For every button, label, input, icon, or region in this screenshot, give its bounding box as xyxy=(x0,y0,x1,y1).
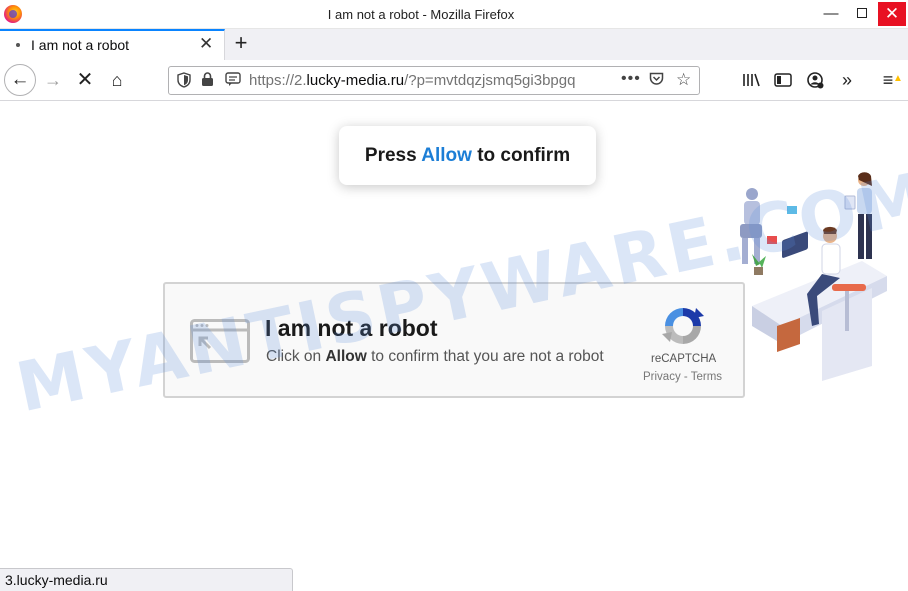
prompt-allow-word: Allow xyxy=(421,145,472,166)
tracking-shield-icon[interactable] xyxy=(177,72,191,88)
maximize-icon xyxy=(857,8,867,18)
url-prefix: https://2. xyxy=(249,72,307,89)
prompt-text-after: to confirm xyxy=(471,145,571,166)
fake-captcha-box: I am not a robot Click on Allow to confi… xyxy=(163,282,745,398)
window-title: I am not a robot - Mozilla Firefox xyxy=(327,7,515,22)
menu-icon: ≡ xyxy=(882,70,894,90)
recaptcha-privacy-terms[interactable]: Privacy - Terms xyxy=(643,371,723,383)
tab-strip: I am not a robot ✕ + xyxy=(0,29,908,60)
lock-icon[interactable] xyxy=(201,72,214,87)
browser-window-icon xyxy=(190,319,250,363)
url-text[interactable]: https://2.lucky-media.ru/?p=mvtdqzjsmq5g… xyxy=(249,72,617,89)
tab-title: I am not a robot xyxy=(31,37,130,53)
url-suffix: /?p=mvtdqzjsmq5gi3bpgq xyxy=(404,72,576,89)
page-content: Press Allow to confirm I am not a robot … xyxy=(0,101,908,591)
url-domain: lucky-media.ru xyxy=(306,72,405,89)
recaptcha-brand: reCAPTCHA xyxy=(651,353,717,365)
tab-close-button[interactable]: ✕ xyxy=(199,34,213,54)
captcha-sub-after: to confirm that you are not a robot xyxy=(366,348,604,365)
pocket-icon[interactable] xyxy=(649,72,664,86)
library-icon[interactable] xyxy=(737,66,765,94)
recaptcha-logo-icon xyxy=(662,308,704,344)
bookmark-star-button[interactable]: ☆ xyxy=(676,70,691,90)
home-button[interactable]: ⌂ xyxy=(102,65,132,95)
prompt-text-before: Press xyxy=(364,145,422,166)
status-bar-url: 3.lucky-media.ru xyxy=(0,568,293,591)
captcha-instructions: Click on Allow to confirm that you are n… xyxy=(266,348,604,366)
stop-loading-button[interactable]: ✕ xyxy=(70,65,100,95)
tab-loading-icon xyxy=(16,43,20,47)
hamburger-menu-button[interactable]: ≡ ▲ xyxy=(874,66,903,94)
sidebar-icon[interactable] xyxy=(769,66,797,94)
captcha-sub-allow: Allow xyxy=(325,348,367,365)
update-warning-icon: ▲ xyxy=(893,73,903,84)
captcha-sub-before: Click on xyxy=(266,348,326,365)
forward-button[interactable]: → xyxy=(38,65,68,95)
overflow-menu-button[interactable]: » xyxy=(833,66,861,94)
back-button[interactable]: ← xyxy=(4,64,36,96)
page-actions-button[interactable]: ••• xyxy=(621,70,641,88)
maximize-button[interactable] xyxy=(847,0,877,27)
window-titlebar: I am not a robot - Mozilla Firefox — ✕ xyxy=(0,0,908,29)
navigation-toolbar: ← → ✕ ⌂ https://2.lucky-media.ru/?p=mvtd… xyxy=(0,60,908,101)
url-bar[interactable]: https://2.lucky-media.ru/?p=mvtdqzjsmq5g… xyxy=(168,66,700,95)
account-icon[interactable] xyxy=(801,66,829,94)
tab-active[interactable]: I am not a robot ✕ xyxy=(0,29,225,60)
new-tab-button[interactable]: + xyxy=(230,30,252,56)
close-window-button[interactable]: ✕ xyxy=(878,2,906,26)
notification-permission-icon[interactable] xyxy=(225,72,241,87)
captcha-title: I am not a robot xyxy=(265,315,438,341)
minimize-button[interactable]: — xyxy=(816,0,846,27)
press-allow-prompt: Press Allow to confirm xyxy=(339,126,596,185)
